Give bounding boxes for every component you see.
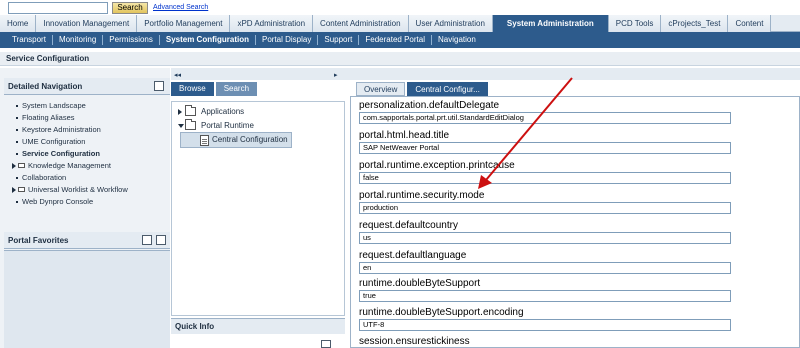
top-level-navigation: Home Innovation Management Portfolio Man… xyxy=(0,15,800,32)
portal-favorites-title: Portal Favorites xyxy=(8,236,69,245)
tab-system-administration[interactable]: System Administration xyxy=(492,15,609,32)
property-label: personalization.defaultDelegate xyxy=(359,100,500,111)
folder-open-icon xyxy=(185,119,196,130)
property-label: portal.runtime.security.mode xyxy=(359,190,485,201)
page-title: Service Configuration xyxy=(0,52,800,66)
tab2-navigation[interactable]: Navigation xyxy=(432,35,482,45)
tab-content-administration[interactable]: Content Administration xyxy=(313,15,409,32)
expand-icon[interactable] xyxy=(178,109,182,115)
nav-item-keystore-administration[interactable]: Keystore Administration xyxy=(4,124,170,136)
edit-favorites-icon[interactable] xyxy=(142,235,152,245)
tab-central-configuration[interactable]: Central Configur... xyxy=(407,82,488,96)
bullet-icon xyxy=(16,177,18,179)
tab-pcd-tools[interactable]: PCD Tools xyxy=(608,15,662,32)
tab-search[interactable]: Search xyxy=(215,82,258,96)
property-value-field[interactable]: com.sapportals.portal.prt.util.StandardE… xyxy=(359,112,731,124)
tab2-transport[interactable]: Transport xyxy=(6,35,53,45)
bullet-icon xyxy=(16,141,18,143)
property-value-field[interactable]: en xyxy=(359,262,731,274)
property-value-field[interactable]: UTF-8 xyxy=(359,319,731,331)
browse-search-tabs: Browse Search xyxy=(171,82,259,96)
quick-info-body xyxy=(171,334,345,348)
tab-content[interactable]: Content xyxy=(728,15,772,32)
property-value-field[interactable]: SAP NetWeaver Portal xyxy=(359,142,731,154)
tab-portfolio-management[interactable]: Portfolio Management xyxy=(137,15,231,32)
security-mode-field[interactable]: production xyxy=(359,202,731,214)
middle-panel-header: ◂◂ ▸ xyxy=(171,68,345,80)
bullet-icon xyxy=(16,201,18,203)
property-value-field[interactable]: us xyxy=(359,232,731,244)
tab2-federated-portal[interactable]: Federated Portal xyxy=(359,35,432,45)
portal-favorites-area xyxy=(4,250,170,348)
tab-overview[interactable]: Overview xyxy=(356,82,406,96)
configuration-document-icon xyxy=(200,135,209,146)
configuration-properties: personalization.defaultDelegate com.sapp… xyxy=(350,96,800,348)
nav-item-knowledge-management[interactable]: Knowledge Management xyxy=(4,160,170,172)
tab-user-administration[interactable]: User Administration xyxy=(408,15,493,32)
property-label: runtime.doubleByteSupport.encoding xyxy=(359,307,524,318)
nav-item-service-configuration[interactable]: Service Configuration xyxy=(4,148,170,160)
collapse-left-icon[interactable]: ◂◂ xyxy=(174,71,181,79)
expand-right-icon[interactable]: ▸ xyxy=(334,71,338,79)
tab2-permissions[interactable]: Permissions xyxy=(103,35,160,45)
collapse-icon[interactable] xyxy=(178,124,184,128)
bullet-icon xyxy=(16,117,18,119)
tab2-support[interactable]: Support xyxy=(318,35,360,45)
tab2-system-configuration[interactable]: System Configuration xyxy=(160,35,256,45)
expand-icon[interactable] xyxy=(12,163,16,169)
tab2-portal-display[interactable]: Portal Display xyxy=(256,35,319,45)
nav-item-collaboration[interactable]: Collaboration xyxy=(4,172,170,184)
search-input[interactable] xyxy=(8,2,108,14)
folder-icon xyxy=(185,105,196,116)
tree-item-central-configuration[interactable]: Central Configuration xyxy=(194,134,304,146)
property-value-field[interactable]: false xyxy=(359,172,731,184)
editor-tabs: Overview Central Configur... xyxy=(356,82,490,96)
folder-icon xyxy=(18,163,25,168)
property-label: request.defaultlanguage xyxy=(359,250,467,261)
tab-innovation-management[interactable]: Innovation Management xyxy=(36,15,138,32)
detailed-navigation-header: Detailed Navigation xyxy=(4,78,170,95)
bullet-icon xyxy=(16,129,18,131)
collapse-favorites-icon[interactable] xyxy=(156,235,166,245)
tree-item-portal-runtime[interactable]: Portal Runtime xyxy=(178,119,298,132)
quick-info-icon[interactable] xyxy=(321,340,331,348)
advanced-search-link[interactable]: Advanced Search xyxy=(153,4,208,11)
property-value-field[interactable]: true xyxy=(359,290,731,302)
editor-header xyxy=(345,68,800,80)
top-search-bar: Search Advanced Search xyxy=(0,0,800,15)
search-button[interactable]: Search xyxy=(112,2,148,14)
nav-item-web-dynpro-console[interactable]: Web Dynpro Console xyxy=(4,196,170,208)
tab2-monitoring[interactable]: Monitoring xyxy=(53,35,104,45)
property-label: session.ensurestickiness xyxy=(359,336,470,347)
property-label: request.defaultcountry xyxy=(359,220,458,231)
property-label: portal.html.head.title xyxy=(359,130,450,141)
portal-favorites-header: Portal Favorites xyxy=(4,232,170,249)
property-label: portal.runtime.exception.printcause xyxy=(359,160,515,171)
nav-item-universal-worklist[interactable]: Universal Worklist & Workflow xyxy=(4,184,170,196)
tab-home[interactable]: Home xyxy=(0,15,37,32)
bullet-icon xyxy=(16,105,18,107)
tab-cprojects-test[interactable]: cProjects_Test xyxy=(661,15,729,32)
nav-item-floating-aliases[interactable]: Floating Aliases xyxy=(4,112,170,124)
collapse-icon[interactable] xyxy=(154,81,164,91)
configuration-tree: Applications Portal Runtime Central Conf… xyxy=(171,101,345,316)
second-level-navigation: Transport Monitoring Permissions System … xyxy=(0,32,800,48)
nav-item-ume-configuration[interactable]: UME Configuration xyxy=(4,136,170,148)
navigation-list: System Landscape Floating Aliases Keysto… xyxy=(4,100,170,208)
quick-info-header: Quick Info xyxy=(171,318,345,334)
detailed-navigation-title: Detailed Navigation xyxy=(8,82,83,91)
tab-browse[interactable]: Browse xyxy=(171,82,214,96)
tree-item-applications[interactable]: Applications xyxy=(178,105,298,118)
property-label: runtime.doubleByteSupport xyxy=(359,278,481,289)
nav-item-system-landscape[interactable]: System Landscape xyxy=(4,100,170,112)
folder-icon xyxy=(18,187,25,192)
expand-icon[interactable] xyxy=(12,187,16,193)
bullet-icon xyxy=(16,153,18,155)
tab-xpd-administration[interactable]: xPD Administration xyxy=(230,15,314,32)
